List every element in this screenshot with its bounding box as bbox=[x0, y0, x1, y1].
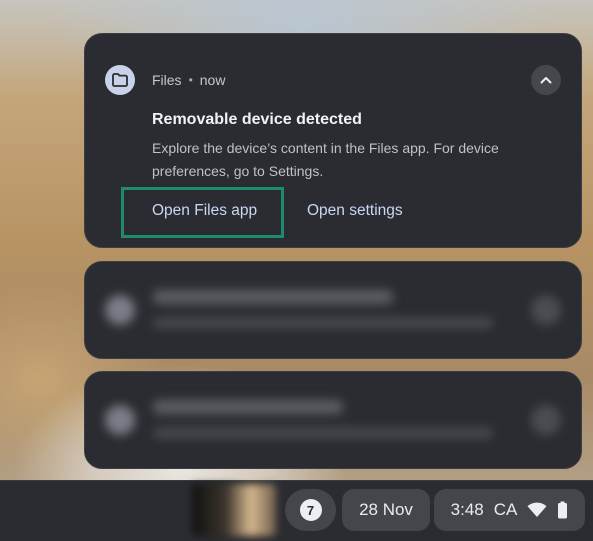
folder-icon bbox=[105, 65, 135, 95]
date-label: 28 Nov bbox=[359, 500, 413, 519]
notification-card-blurred[interactable] bbox=[84, 261, 582, 359]
open-settings-button[interactable]: Open settings bbox=[307, 202, 403, 220]
expand-icon bbox=[531, 405, 561, 435]
app-icon bbox=[105, 295, 135, 325]
title-placeholder bbox=[153, 290, 393, 304]
notification-header: Files • now bbox=[152, 72, 225, 88]
battery-icon bbox=[558, 501, 568, 519]
chevron-up-icon bbox=[540, 77, 552, 84]
locale-indicator: CA bbox=[493, 500, 518, 519]
blurred-content bbox=[85, 372, 581, 468]
notification-title: Removable device detected bbox=[152, 111, 362, 128]
blurred-content bbox=[85, 262, 581, 358]
notification-card-blurred[interactable] bbox=[84, 371, 582, 469]
expand-icon bbox=[531, 295, 561, 325]
body-placeholder bbox=[153, 428, 493, 438]
clock-time: 3:48 bbox=[450, 500, 484, 519]
app-thumbnail[interactable] bbox=[192, 484, 276, 536]
date-tray-button[interactable]: 28 Nov bbox=[342, 489, 430, 531]
notification-count-badge: 7 bbox=[299, 499, 322, 521]
collapse-button[interactable] bbox=[531, 65, 561, 95]
notification-time: now bbox=[199, 72, 226, 88]
notification-message: Explore the device’s content in the File… bbox=[152, 140, 499, 179]
notification-count-button[interactable]: 7 bbox=[285, 489, 336, 531]
app-name: Files bbox=[152, 72, 182, 88]
body-placeholder bbox=[153, 318, 493, 328]
wifi-icon bbox=[527, 502, 547, 517]
separator-dot: • bbox=[188, 73, 193, 87]
app-icon bbox=[105, 405, 135, 435]
status-area-button[interactable]: 3:48 CA bbox=[434, 489, 585, 531]
notification-card-files[interactable]: Files • now Removable device detected Ex… bbox=[84, 33, 582, 248]
open-files-app-button[interactable]: Open Files app bbox=[152, 202, 257, 220]
title-placeholder bbox=[153, 400, 343, 414]
